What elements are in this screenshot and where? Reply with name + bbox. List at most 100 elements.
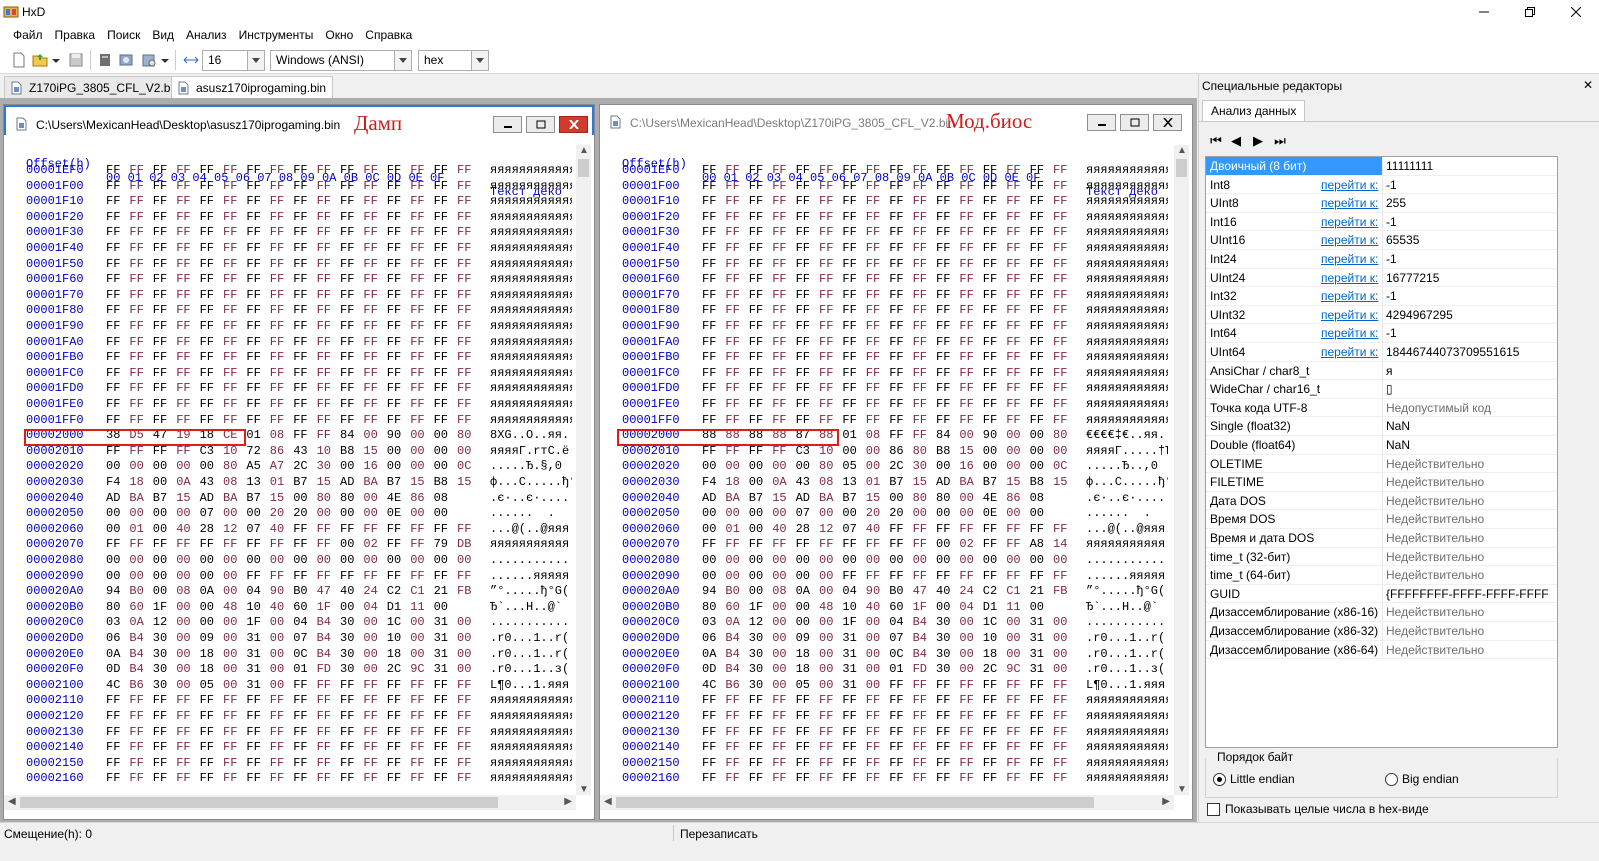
hex-byte[interactable]: FF [340,241,360,256]
hex-byte[interactable]: FF [842,709,862,724]
hex-byte[interactable]: FF [176,709,196,724]
hex-byte[interactable]: 30 [749,631,769,646]
hex-byte[interactable]: 00 [457,647,477,662]
hex-byte[interactable]: FF [457,163,477,178]
hex-byte[interactable]: FF [410,350,430,365]
hex-byte[interactable]: FF [1053,163,1073,178]
hex-byte[interactable]: 0D [106,662,126,677]
hex-byte[interactable]: FF [725,179,745,194]
row-decoded-text[interactable]: яяяяяяяяяяяя [1086,335,1168,350]
row-decoded-text[interactable]: яяяяяяяяяяяя [1086,756,1168,771]
hex-byte[interactable]: FF [153,225,173,240]
hex-byte[interactable]: FF [106,163,126,178]
hex-byte[interactable]: 00 [959,615,979,630]
hex-byte[interactable]: FF [153,740,173,755]
hex-byte[interactable]: 0A [106,647,126,662]
hex-byte[interactable]: FF [340,756,360,771]
hex-byte[interactable]: 31 [1030,615,1050,630]
hex-byte[interactable]: FF [1006,257,1026,272]
hex-byte[interactable]: FF [340,194,360,209]
scroll-up-icon[interactable]: ▲ [1177,145,1187,156]
row-decoded-text[interactable]: L¶0...1.яяя [1086,678,1168,693]
hex-byte[interactable]: 00 [1006,459,1026,474]
hex-byte[interactable]: 00 [772,678,792,693]
hex-byte[interactable]: FF [1030,335,1050,350]
hex-byte[interactable]: FF [106,257,126,272]
hex-byte[interactable]: FF [983,537,1003,552]
hex-byte[interactable]: FF [889,303,909,318]
hex-byte[interactable]: FF [176,163,196,178]
hex-byte[interactable]: FF [819,179,839,194]
hex-byte[interactable]: FF [1030,241,1050,256]
hex-byte[interactable]: FF [842,771,862,786]
hex-byte[interactable]: FF [866,319,886,334]
hex-byte[interactable]: FF [1006,771,1026,786]
hex-byte[interactable]: 00 [772,600,792,615]
hex-byte[interactable]: FF [702,241,722,256]
hex-byte[interactable]: FF [725,537,745,552]
goto-link[interactable]: перейти к: [1321,343,1378,361]
hex-byte[interactable]: 4E [983,491,1003,506]
hex-byte[interactable]: FF [270,210,290,225]
hex-byte[interactable]: FF [293,335,313,350]
hex-byte[interactable]: FF [1053,522,1073,537]
hex-byte[interactable]: FF [749,537,769,552]
hex-byte[interactable]: 08 [866,428,886,443]
hex-byte[interactable]: 00 [176,506,196,521]
hex-byte[interactable]: FF [983,413,1003,428]
hex-byte[interactable]: 15 [772,491,792,506]
hex-byte[interactable]: FF [246,381,266,396]
hex-byte[interactable]: FF [725,272,745,287]
hex-byte[interactable]: 1F [317,600,337,615]
hex-byte[interactable]: FF [1030,272,1050,287]
hex-byte[interactable]: 00 [725,459,745,474]
hex-byte[interactable]: FF [200,272,220,287]
row-decoded-text[interactable]: яяяяяяяяяяяя [1086,725,1168,740]
row-decoded-text[interactable]: яяяяяяяяяяяя [490,210,572,225]
hex-byte[interactable]: FF [387,272,407,287]
hex-byte[interactable]: FF [293,350,313,365]
hex-byte[interactable]: FF [457,381,477,396]
big-endian-radio[interactable]: Big endian [1385,772,1459,786]
row-decoded-text[interactable]: ...... . [490,506,572,521]
hex-byte[interactable]: 0C [293,647,313,662]
hex-byte[interactable]: FF [913,241,933,256]
hex-byte[interactable]: FF [983,225,1003,240]
hex-byte[interactable]: 31 [1030,631,1050,646]
hex-byte[interactable]: 06 [106,631,126,646]
hex-byte[interactable]: 11 [1006,600,1026,615]
hex-byte[interactable]: FF [1006,678,1026,693]
hex-byte[interactable]: 4C [106,678,126,693]
hex-byte[interactable]: FF [959,569,979,584]
hex-byte[interactable]: FF [317,537,337,552]
hex-byte[interactable]: FF [293,179,313,194]
hex-byte[interactable]: FF [702,740,722,755]
hex-byte[interactable]: FF [772,272,792,287]
hex-byte[interactable]: FF [819,303,839,318]
hex-byte[interactable]: FF [317,366,337,381]
hex-byte[interactable]: A5 [246,459,266,474]
hex-byte[interactable]: FF [106,179,126,194]
hex-byte[interactable]: FF [200,335,220,350]
hex-byte[interactable]: AD [702,491,722,506]
hex-byte[interactable]: FF [223,210,243,225]
hex-byte[interactable]: 14 [1053,537,1073,552]
row-decoded-text[interactable]: L¶0...1.яяя [490,678,572,693]
hex-byte[interactable]: FF [270,740,290,755]
hex-byte[interactable]: 00 [959,553,979,568]
hex-byte[interactable]: 00 [129,553,149,568]
hex-byte[interactable]: FF [1030,740,1050,755]
hex-byte[interactable]: FF [457,725,477,740]
inspector-value[interactable]: Недействительно [1386,455,1484,473]
hex-byte[interactable]: FF [913,194,933,209]
hex-byte[interactable]: 31 [434,631,454,646]
hex-byte[interactable]: 31 [434,615,454,630]
hex-byte[interactable]: C2 [983,584,1003,599]
hex-byte[interactable]: FF [819,725,839,740]
hex-byte[interactable]: FF [702,397,722,412]
hex-byte[interactable]: FF [1053,319,1073,334]
scrollbar-thumb[interactable] [578,159,589,177]
hex-byte[interactable]: FF [270,537,290,552]
hex-byte[interactable]: FF [913,771,933,786]
hex-byte[interactable]: FF [387,709,407,724]
